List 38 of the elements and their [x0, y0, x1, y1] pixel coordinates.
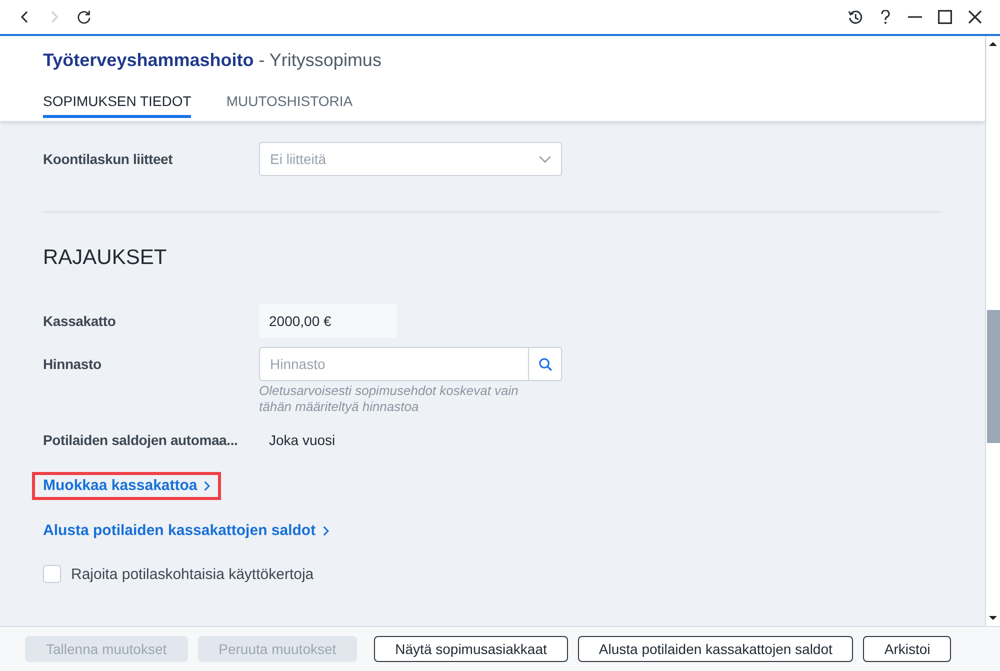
dropdown-placeholder: Ei liitteitä	[270, 151, 326, 167]
link[interactable]: Muokkaa kassakattoa	[32, 472, 222, 500]
search-field[interactable]: Hinnasto	[259, 347, 529, 381]
maximize-icon	[938, 10, 952, 24]
field-label: Potilaiden saldojen automaa...	[43, 432, 238, 448]
link[interactable]: Alusta potilaiden kassakattojen saldot	[32, 517, 340, 545]
field-label: Kassakatto	[43, 313, 116, 329]
hint-text: Oletusarvoisesti sopimusehdot koskevat vain tähän määriteltyä hinnastoa	[259, 383, 520, 415]
tab[interactable]: SOPIMUKSEN TIEDOT	[43, 91, 192, 118]
help-icon	[880, 10, 890, 24]
history-icon	[848, 10, 862, 24]
chevron-down-icon	[539, 156, 551, 162]
scrollbar-thumb[interactable]	[986, 310, 1000, 443]
chevron-right-icon	[322, 526, 329, 536]
field-label: Koontilaskun liitteet	[43, 151, 173, 167]
search-button[interactable]	[529, 347, 562, 381]
scroll-down-arrow-icon[interactable]	[989, 616, 997, 620]
checkbox[interactable]	[43, 565, 61, 583]
search-icon	[538, 358, 552, 370]
refresh-icon	[77, 10, 91, 24]
checkbox-label: Rajoita potilaskohtaisia käyttökertoja	[71, 566, 314, 582]
tab[interactable]: MUUTOSHISTORIA	[226, 91, 353, 118]
footer-button[interactable]: Arkistoi	[863, 636, 952, 662]
footer-button[interactable]: Näytä sopimusasiakkaat	[374, 636, 568, 662]
close-icon	[968, 10, 982, 24]
readonly-field: 2000,00 €	[259, 304, 397, 338]
page-title: Työterveyshammashoito	[43, 49, 254, 72]
chevron-right-icon	[204, 481, 210, 491]
minimize-icon	[908, 16, 922, 18]
field-label: Hinnasto	[43, 356, 102, 372]
section-heading: RAJAUKSET	[43, 245, 167, 271]
chevron-left-icon	[20, 11, 28, 23]
field-value: Joka vuosi	[268, 432, 336, 448]
scrollbar[interactable]	[985, 36, 1000, 626]
scroll-up-arrow-icon[interactable]	[989, 42, 997, 46]
chevron-right-icon	[50, 11, 58, 23]
page-subtitle: - Yrityssopimus	[258, 49, 382, 72]
footer-button[interactable]: Alusta potilaiden kassakattojen saldot	[578, 636, 854, 662]
